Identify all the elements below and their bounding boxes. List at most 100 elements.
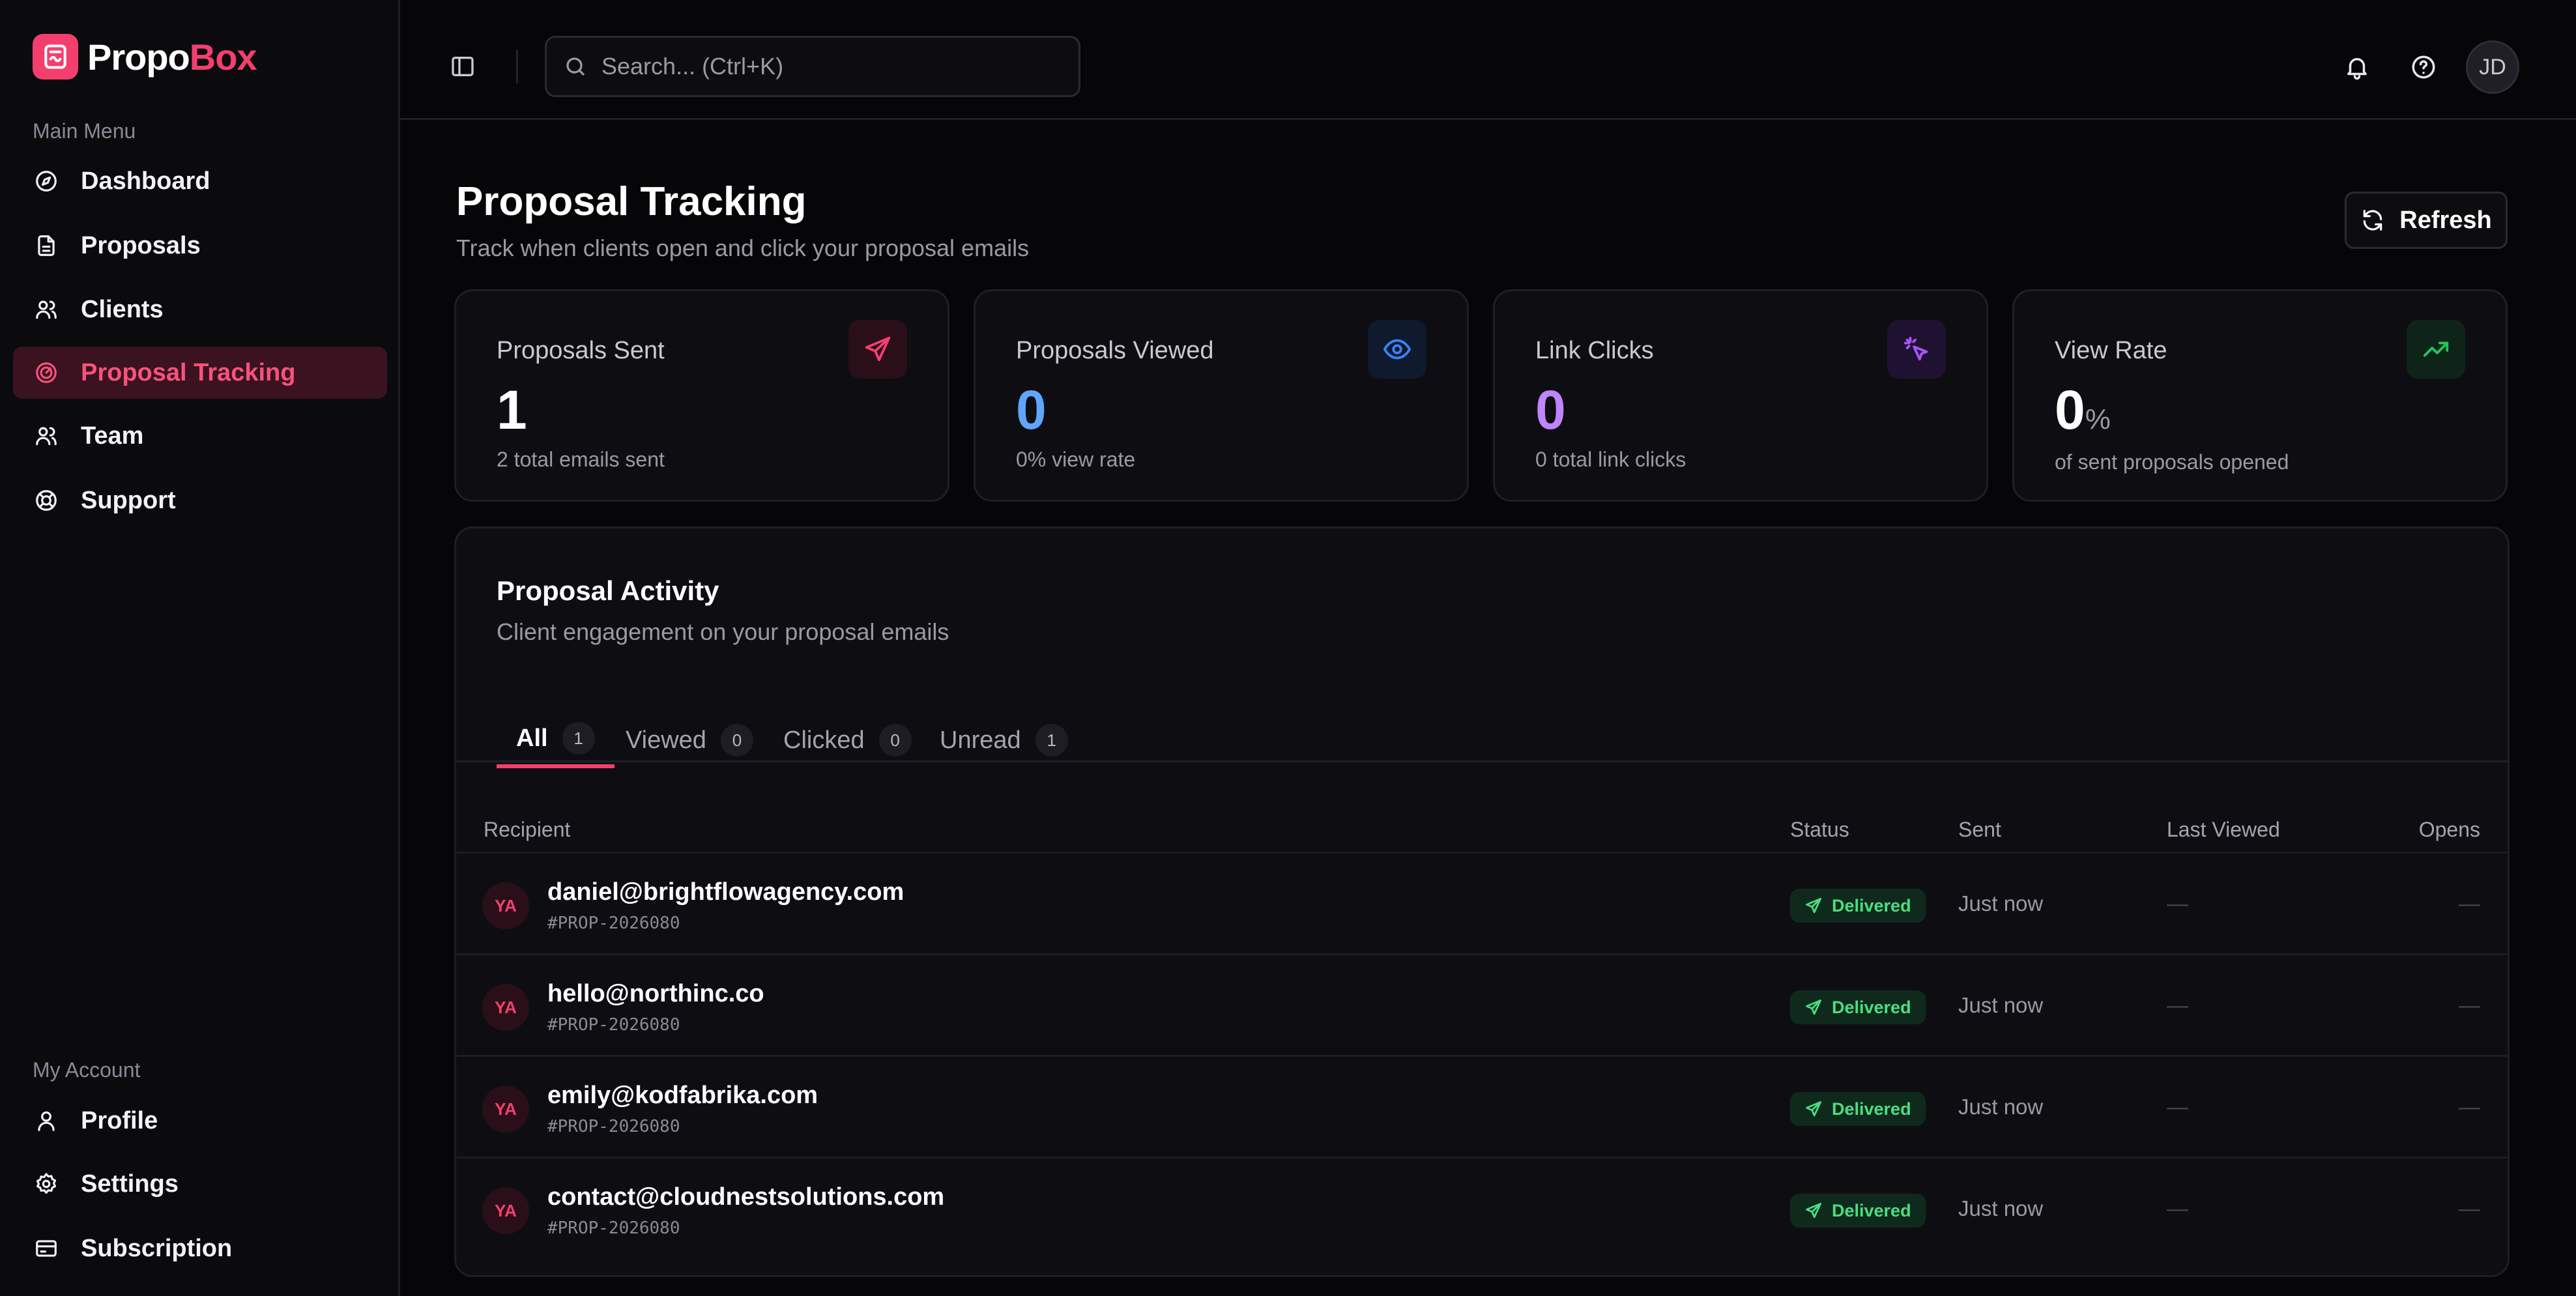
tab-unread[interactable]: Unread 1 [920, 712, 1088, 768]
tab-all[interactable]: All 1 [497, 712, 615, 768]
sidebar-item-label: Profile [81, 1106, 158, 1134]
last-viewed-value: — [2167, 891, 2188, 915]
tab-label: Unread [940, 726, 1021, 754]
stat-footnote: 0 total link clicks [1535, 448, 1686, 471]
sidebar-item-clients[interactable]: Clients [13, 283, 387, 336]
table-row[interactable]: YA emily@kodfabrika.com #PROP-2026080 De… [456, 1055, 2508, 1157]
recipient-email: hello@northinc.co [547, 980, 764, 1007]
brand-name: PropoBox [87, 36, 257, 78]
opens-value: — [2459, 1095, 2480, 1119]
stat-value: 0 [1535, 379, 1566, 440]
lifebuoy-icon [36, 490, 57, 511]
stat-footnote: of sent proposals opened [2055, 450, 2289, 474]
bell-icon[interactable] [2343, 53, 2371, 81]
send-icon [1806, 1203, 1821, 1218]
sidebar-item-label: Support [81, 486, 176, 514]
gear-icon [36, 1173, 57, 1194]
stat-label: Link Clicks [1535, 337, 1654, 364]
stat-icon-box [848, 320, 907, 379]
proposal-id: #PROP-2026080 [547, 1117, 680, 1136]
sidebar-item-settings[interactable]: Settings [13, 1158, 387, 1210]
table-row[interactable]: YA daniel@brightflowagency.com #PROP-202… [456, 852, 2508, 953]
team-icon [36, 427, 57, 446]
opens-value: — [2459, 891, 2480, 915]
recipient-email: emily@kodfabrika.com [547, 1082, 818, 1109]
column-header-status[interactable]: Status [1790, 818, 1849, 842]
sidebar-item-label: Settings [81, 1170, 179, 1198]
trending-up-icon [2423, 341, 2449, 357]
send-icon [1806, 898, 1821, 914]
column-header-sent[interactable]: Sent [1958, 818, 2001, 842]
stat-card-proposals-sent: Proposals Sent 1 2 total emails sent [454, 289, 949, 502]
my-account-label: My Account [33, 1058, 141, 1082]
help-icon[interactable] [2410, 53, 2437, 81]
tab-count: 1 [1035, 724, 1068, 756]
stat-icon-box [1368, 320, 1426, 379]
tab-label: All [516, 724, 548, 752]
sent-time: Just now [1958, 1196, 2044, 1220]
status-badge: Delivered [1790, 889, 1926, 923]
search-input[interactable] [600, 52, 1059, 81]
opens-value: — [2459, 993, 2480, 1017]
search-box[interactable] [545, 36, 1080, 97]
brand-logo[interactable]: PropoBox [33, 34, 257, 79]
column-header-last-viewed[interactable]: Last Viewed [2167, 818, 2280, 842]
proposal-id: #PROP-2026080 [547, 914, 680, 933]
tab-viewed[interactable]: Viewed 0 [606, 712, 773, 768]
stat-card-link-clicks: Link Clicks 0 0 total link clicks [1493, 289, 1988, 502]
sent-time: Just now [1958, 1095, 2044, 1119]
tab-count: 0 [720, 724, 753, 756]
main-menu-label: Main Menu [33, 119, 136, 143]
stat-label: Proposals Viewed [1016, 337, 1214, 364]
tab-count: 0 [878, 724, 912, 756]
sidebar-item-subscription[interactable]: Subscription [13, 1222, 387, 1274]
tab-count: 1 [562, 722, 595, 755]
sidebar-item-support[interactable]: Support [13, 474, 387, 526]
status-badge: Delivered [1790, 1092, 1926, 1126]
stat-icon-box [1887, 320, 1946, 379]
card-icon [36, 1240, 57, 1257]
sent-time: Just now [1958, 891, 2044, 915]
sidebar-item-label: Proposals [81, 231, 201, 259]
table-row[interactable]: YA contact@cloudnestsolutions.com #PROP-… [456, 1157, 2508, 1258]
opens-value: — [2459, 1196, 2480, 1220]
sidebar-item-label: Subscription [81, 1234, 233, 1262]
stat-footnote: 2 total emails sent [497, 448, 665, 471]
search-icon [566, 57, 585, 76]
users-icon [36, 300, 57, 319]
recipient-avatar: YA [482, 882, 529, 929]
sidebar-item-dashboard[interactable]: Dashboard [13, 155, 387, 207]
send-icon [1806, 1000, 1821, 1015]
status-badge: Delivered [1790, 1194, 1926, 1228]
tracking-icon [36, 362, 57, 383]
tab-label: Clicked [783, 726, 865, 754]
last-viewed-value: — [2167, 1095, 2188, 1119]
sidebar-item-proposals[interactable]: Proposals [13, 220, 387, 272]
user-avatar[interactable]: JD [2466, 40, 2519, 94]
stat-label: View Rate [2055, 337, 2167, 364]
column-header-recipient[interactable]: Recipient [484, 818, 570, 842]
page-subtitle: Track when clients open and click your p… [456, 235, 1030, 261]
table-row[interactable]: YA hello@northinc.co #PROP-2026080 Deliv… [456, 953, 2508, 1055]
sent-time: Just now [1958, 993, 2044, 1017]
recipient-email: daniel@brightflowagency.com [547, 878, 904, 906]
refresh-button[interactable]: Refresh [2345, 192, 2508, 249]
stat-value: 1 [497, 379, 527, 440]
sidebar: PropoBox Main Menu Dashboard Proposals C… [0, 0, 400, 1296]
stat-card-view-rate: View Rate 0% of sent proposals opened [2012, 289, 2508, 502]
last-viewed-value: — [2167, 993, 2188, 1017]
activity-subtitle: Client engagement on your proposal email… [497, 618, 949, 645]
refresh-icon [2364, 210, 2382, 231]
proposal-activity-panel: Proposal Activity Client engagement on y… [454, 526, 2510, 1277]
eye-icon [1383, 339, 1411, 360]
sidebar-item-profile[interactable]: Profile [13, 1095, 387, 1147]
stat-value: 0 [1016, 379, 1047, 440]
status-badge: Delivered [1790, 990, 1926, 1024]
sidebar-item-team[interactable]: Team [13, 410, 387, 462]
column-header-opens[interactable]: Opens [2419, 818, 2480, 842]
document-icon [38, 235, 55, 256]
activity-title: Proposal Activity [497, 575, 719, 606]
sidebar-item-proposal-tracking[interactable]: Proposal Tracking [13, 347, 387, 399]
sidebar-toggle-icon[interactable] [450, 53, 476, 79]
tab-clicked[interactable]: Clicked 0 [764, 712, 931, 768]
